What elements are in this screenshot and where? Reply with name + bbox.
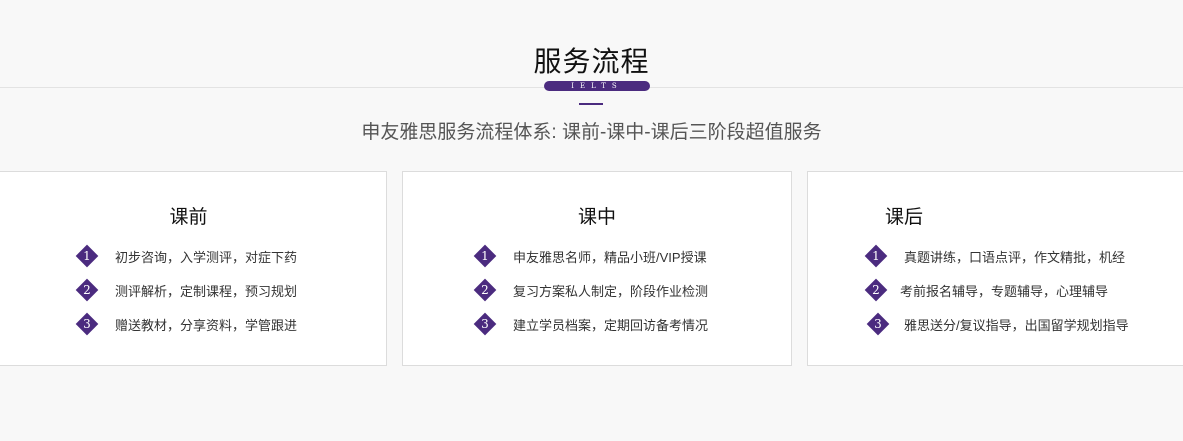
card-title: 课前 (167, 202, 210, 229)
number-diamond-icon: 2 (864, 278, 888, 302)
ielts-badge: IELTS (544, 81, 650, 91)
list-item: 1 真题讲练，口语点评，作文精批，机经 (864, 244, 1125, 268)
card-before-class: 课前 1 初步咨询，入学测评，对症下药 2 测评解析，定制课程，预习规划 3 赠… (0, 171, 387, 366)
card-during-class: 课中 1 申友雅思名师，精品小班/VIP授课 2 复习方案私人制定，阶段作业检测… (402, 171, 792, 366)
number-diamond-icon: 2 (473, 278, 497, 302)
title-accent-bar (579, 103, 603, 105)
list-item: 3 建立学员档案，定期回访备考情况 (473, 312, 708, 336)
number-diamond-icon: 3 (75, 312, 99, 336)
list-item: 2 复习方案私人制定，阶段作业检测 (473, 278, 708, 302)
card-after-class: 课后 1 真题讲练，口语点评，作文精批，机经 2 考前报名辅导，专题辅导，心理辅… (807, 171, 1183, 366)
list-item: 1 申友雅思名师，精品小班/VIP授课 (473, 244, 707, 268)
number-diamond-icon: 3 (473, 312, 497, 336)
number-diamond-icon: 1 (473, 244, 497, 268)
list-item: 3 赠送教材，分享资料，学管跟进 (75, 312, 297, 336)
number-diamond-icon: 3 (866, 312, 890, 336)
list-item: 3 雅思送分/复议指导，出国留学规划指导 (866, 312, 1129, 336)
list-item: 2 测评解析，定制课程，预习规划 (75, 278, 297, 302)
list-item: 2 考前报名辅导，专题辅导，心理辅导 (864, 278, 1108, 302)
number-diamond-icon: 1 (75, 244, 99, 268)
number-diamond-icon: 1 (864, 244, 888, 268)
card-title: 课中 (575, 202, 619, 229)
number-diamond-icon: 2 (75, 278, 99, 302)
card-title: 课后 (882, 202, 926, 229)
section-subtitle: 申友雅思服务流程体系: 课前-课中-课后三阶段超值服务 (361, 122, 822, 143)
section-title: 服务流程 (533, 46, 650, 77)
list-item: 1 初步咨询，入学测评，对症下药 (75, 244, 297, 268)
